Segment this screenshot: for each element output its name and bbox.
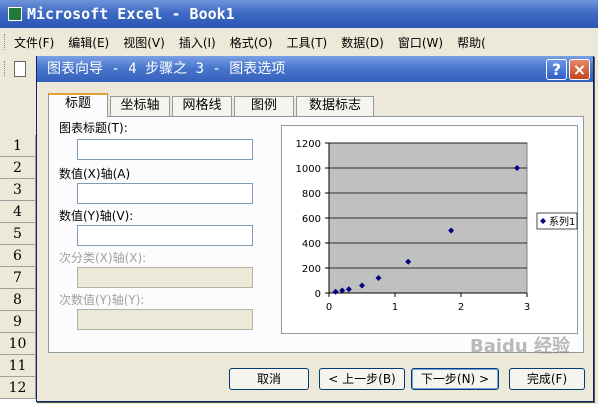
tab-titles[interactable]: 标题	[48, 93, 108, 117]
row-headers: 1 2 3 4 5 6 7 8 9 10 11 12	[0, 135, 36, 404]
row-header[interactable]: 5	[0, 223, 36, 245]
row-header[interactable]: 11	[0, 355, 36, 377]
menu-file[interactable]: 文件(F)	[14, 34, 54, 51]
row-header[interactable]: 4	[0, 201, 36, 223]
tab-legend[interactable]: 图例	[234, 96, 294, 116]
tab-data-labels[interactable]: 数据标志	[296, 96, 374, 116]
x-tick-label: 2	[458, 302, 464, 313]
watermark: Baidu 经验	[470, 336, 571, 357]
row-header[interactable]: 9	[0, 311, 36, 333]
y-axis-label: 数值(Y)轴(V):	[59, 209, 134, 223]
menu-grip	[4, 34, 8, 50]
excel-title: Microsoft Excel - Book1	[27, 5, 235, 23]
row-header[interactable]: 6	[0, 245, 36, 267]
excel-title-bar: Microsoft Excel - Book1	[0, 0, 598, 28]
menu-tools[interactable]: 工具(T)	[287, 34, 328, 51]
chart-title-input[interactable]	[77, 139, 253, 160]
chart-title-label: 图表标题(T):	[59, 121, 128, 135]
x-axis-label: 数值(X)轴(A)	[59, 167, 131, 181]
row-header[interactable]: 10	[0, 333, 36, 355]
legend-label: 系列1	[549, 215, 575, 228]
y-tick-label: 800	[302, 189, 321, 200]
secondary-x-axis-label: 次分类(X)轴(X):	[59, 251, 147, 265]
cancel-button[interactable]: 取消	[229, 368, 309, 390]
row-header[interactable]: 8	[0, 289, 36, 311]
x-tick-label: 0	[326, 302, 332, 313]
secondary-y-axis-label: 次数值(Y)轴(Y):	[59, 293, 145, 307]
new-document-icon[interactable]	[14, 61, 26, 77]
menu-bar: 文件(F) 编辑(E) 视图(V) 插入(I) 格式(O) 工具(T) 数据(D…	[0, 29, 598, 55]
menu-edit[interactable]: 编辑(E)	[68, 34, 109, 51]
menu-help[interactable]: 帮助(	[457, 34, 486, 51]
back-button[interactable]: < 上一步(B)	[319, 368, 405, 390]
sheet-corner	[0, 85, 40, 135]
menu-window[interactable]: 窗口(W)	[398, 34, 443, 51]
menu-format[interactable]: 格式(O)	[230, 34, 273, 51]
secondary-x-axis-input	[77, 267, 253, 288]
y-tick-label: 400	[302, 239, 321, 250]
dialog-title: 图表向导 - 4 步骤之 3 - 图表选项	[47, 61, 286, 77]
help-button[interactable]: ?	[546, 59, 567, 80]
y-tick-label: 1000	[296, 164, 321, 175]
row-header[interactable]: 12	[0, 377, 36, 399]
x-tick-label: 3	[524, 302, 530, 313]
secondary-y-axis-input	[77, 309, 253, 330]
toolbar	[0, 55, 40, 85]
menu-data[interactable]: 数据(D)	[341, 34, 384, 51]
x-tick-label: 1	[392, 302, 398, 313]
excel-icon	[8, 7, 22, 21]
row-header[interactable]: 1	[0, 135, 36, 157]
x-axis-input[interactable]	[77, 183, 253, 204]
menu-view[interactable]: 视图(V)	[123, 34, 165, 51]
toolbar-grip	[4, 61, 7, 77]
tab-gridlines[interactable]: 网格线	[172, 96, 232, 116]
chart-svg: 0 200 400 600 800 1000 1200 0 1 2 3 系列1	[296, 139, 578, 313]
row-header[interactable]: 2	[0, 157, 36, 179]
y-tick-label: 1200	[296, 139, 321, 150]
chart-preview: 0 200 400 600 800 1000 1200 0 1 2 3 系列1	[281, 125, 578, 334]
y-tick-label: 600	[302, 214, 321, 225]
close-button[interactable]: ×	[569, 59, 590, 80]
y-tick-label: 0	[315, 289, 321, 300]
menu-insert[interactable]: 插入(I)	[179, 34, 216, 51]
tab-axes[interactable]: 坐标轴	[110, 96, 170, 116]
row-header[interactable]: 7	[0, 267, 36, 289]
tab-panel-titles: 图表标题(T): 数值(X)轴(A) 数值(Y)轴(V): 次分类(X)轴(X)…	[48, 116, 584, 353]
dialog-title-bar[interactable]: 图表向导 - 4 步骤之 3 - 图表选项	[37, 56, 593, 82]
y-axis-input[interactable]	[77, 225, 253, 246]
y-tick-label: 200	[302, 264, 321, 275]
row-header[interactable]: 3	[0, 179, 36, 201]
